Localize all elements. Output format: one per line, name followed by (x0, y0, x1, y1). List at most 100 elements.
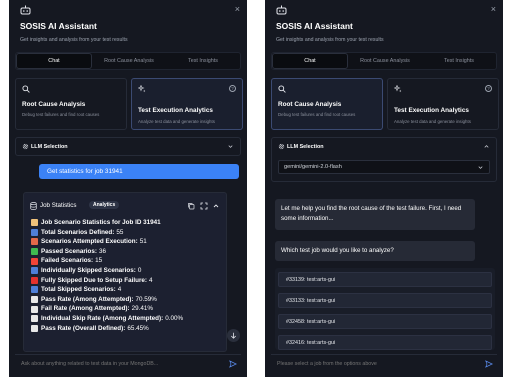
card-description: Debug test failures and find root causes (22, 112, 100, 117)
statistic-value: 70.59% (135, 295, 157, 303)
tab-chat[interactable]: Chat (16, 53, 92, 69)
tab-test-insights[interactable]: Test Insights (422, 53, 496, 69)
sparkles-icon (394, 85, 402, 93)
trend-up-icon (31, 324, 38, 332)
model-select[interactable]: gemini/gemini-2.0-flash (278, 160, 490, 174)
statistic-value: 65.45% (127, 324, 149, 332)
job-statistics-list: Job Scenario Statistics for Job ID 31941… (31, 218, 222, 333)
statistic-label: Total Scenarios Defined: (41, 228, 115, 236)
statistic-line: Scenarios Attempted Execution: 51 (31, 237, 222, 247)
card-title: Root Cause Analysis (278, 101, 342, 108)
statistic-value: 4 (149, 276, 153, 284)
bot-icon (276, 5, 287, 15)
help-icon[interactable]: ? (485, 85, 492, 92)
close-icon[interactable]: × (235, 5, 240, 14)
test-execution-analytics-card[interactable]: ? Test Execution Analytics Analyze test … (387, 78, 499, 130)
statistic-label: Individually Skipped Scenarios: (41, 266, 136, 274)
tab-root-cause-analysis[interactable]: Root Cause Analysis (348, 53, 422, 69)
statistic-line: Pass Rate (Among Attempted): 70.59% (31, 295, 222, 305)
job-option[interactable]: #32416: test:arts-gui (278, 335, 492, 350)
statistic-line: Individually Skipped Scenarios: 0 (31, 266, 222, 276)
statistic-value: 4 (117, 286, 122, 294)
app-title: SOSIS AI Assistant (20, 21, 97, 31)
tab-test-insights[interactable]: Test Insights (166, 53, 240, 69)
app-subtitle: Get insights and analysis from your test… (276, 37, 384, 43)
arrow-down-icon (231, 332, 236, 339)
expand-icon[interactable] (200, 202, 208, 210)
statistic-line: Job Scenario Statistics for Job ID 31941 (31, 218, 222, 228)
tab-chat[interactable]: Chat (272, 53, 348, 69)
llm-selection-label: LLM Selection (31, 144, 68, 150)
llm-selection-panel: LLM Selection gemini/gemini-2.0-flash (271, 137, 497, 182)
statistic-value: 36 (99, 247, 107, 255)
send-icon[interactable] (229, 360, 237, 368)
statistic-label: Passed Scenarios: (41, 247, 98, 255)
search-icon (22, 85, 30, 93)
red-circle-icon (31, 276, 38, 284)
user-message: Get statistics for job 31941 (39, 164, 239, 179)
cross-icon (31, 257, 38, 265)
chat-input-bar (271, 354, 497, 372)
job-option[interactable]: #33133: test:arts-gui (278, 293, 492, 308)
chat-panel-right: × SOSIS AI Assistant Get insights and an… (265, 0, 503, 377)
statistic-label: Fully Skipped Due to Setup Failure: (41, 276, 148, 284)
statistic-value: 15 (95, 257, 103, 265)
rocket-icon (31, 238, 38, 246)
assistant-message: Let me help you find the root cause of t… (275, 199, 475, 230)
statistic-line: Pass Rate (Overall Defined): 65.45% (31, 324, 222, 334)
copy-icon[interactable] (187, 202, 195, 210)
chevron-down-icon (228, 145, 233, 148)
job-option[interactable]: #33139: test:arts-gui (278, 272, 492, 287)
root-cause-analysis-card[interactable]: Root Cause Analysis Debug test failures … (271, 78, 383, 130)
send-icon[interactable] (485, 360, 493, 368)
job-statistics-header: Job Statistics Analytics (29, 201, 221, 211)
scroll-down-button[interactable] (227, 329, 240, 342)
job-statistics-message: Job Statistics Analytics Job Scenario St… (23, 192, 227, 352)
llm-selection-label: LLM Selection (287, 144, 324, 150)
card-description: Analyze test data and generate insights (138, 119, 215, 124)
app-title: SOSIS AI Assistant (276, 21, 353, 31)
statistic-label: Pass Rate (Overall Defined): (41, 324, 126, 332)
statistic-label: Job Scenario Statistics for Job ID 31941 (41, 219, 161, 226)
chat-input[interactable] (21, 361, 221, 367)
assistant-message: Which test job would you like to analyze… (275, 241, 475, 261)
card-description: Debug test failures and find root causes (278, 112, 356, 117)
gear-icon (22, 143, 29, 150)
check-icon (31, 248, 38, 256)
chat-input-bar (15, 354, 241, 372)
job-options-list: #33139: test:arts-gui #33133: test:arts-… (275, 268, 495, 350)
statistic-line: Failed Scenarios: 15 (31, 256, 222, 266)
trend-up-icon (31, 296, 38, 304)
statistic-line: Individual Skip Rate (Among Attempted): 0… (31, 314, 222, 324)
statistic-label: Fail Rate (Among Attempted): (41, 305, 130, 313)
trend-up-icon (31, 315, 38, 323)
model-select-value: gemini/gemini-2.0-flash (284, 164, 342, 170)
statistic-value: 51 (139, 238, 147, 246)
close-icon[interactable]: × (491, 5, 496, 14)
statistic-value: 0 (137, 266, 142, 274)
test-execution-analytics-card[interactable]: ? Test Execution Analytics Analyze test … (131, 78, 243, 130)
statistic-label: Scenarios Attempted Execution: (41, 238, 138, 246)
job-option[interactable]: #32458: test:arts-gui (278, 314, 492, 329)
tab-root-cause-analysis[interactable]: Root Cause Analysis (92, 53, 166, 69)
chevron-up-icon[interactable] (483, 143, 490, 150)
tab-bar: Chat Root Cause Analysis Test Insights (271, 52, 497, 70)
sparkles-icon (138, 85, 146, 93)
root-cause-analysis-card[interactable]: Root Cause Analysis Debug test failures … (15, 78, 127, 130)
chat-input[interactable] (277, 361, 477, 367)
bot-icon (20, 5, 31, 15)
statistic-line: Total Scenarios Defined: 55 (31, 228, 222, 238)
database-icon (30, 202, 37, 210)
bar-chart-icon (31, 228, 38, 236)
trend-down-icon (31, 305, 38, 313)
chevron-up-icon[interactable] (212, 202, 220, 210)
help-icon[interactable]: ? (229, 85, 236, 92)
card-title: Root Cause Analysis (22, 101, 86, 108)
card-title: Test Execution Analytics (394, 107, 469, 114)
statistic-value: 55 (116, 228, 124, 236)
gear-icon (278, 143, 285, 150)
llm-selection-toggle[interactable]: LLM Selection (15, 137, 241, 156)
chat-panel-left: × SOSIS AI Assistant Get insights and an… (9, 0, 247, 377)
app-subtitle: Get insights and analysis from your test… (20, 37, 128, 43)
job-statistics-title: Job Statistics (40, 202, 77, 209)
